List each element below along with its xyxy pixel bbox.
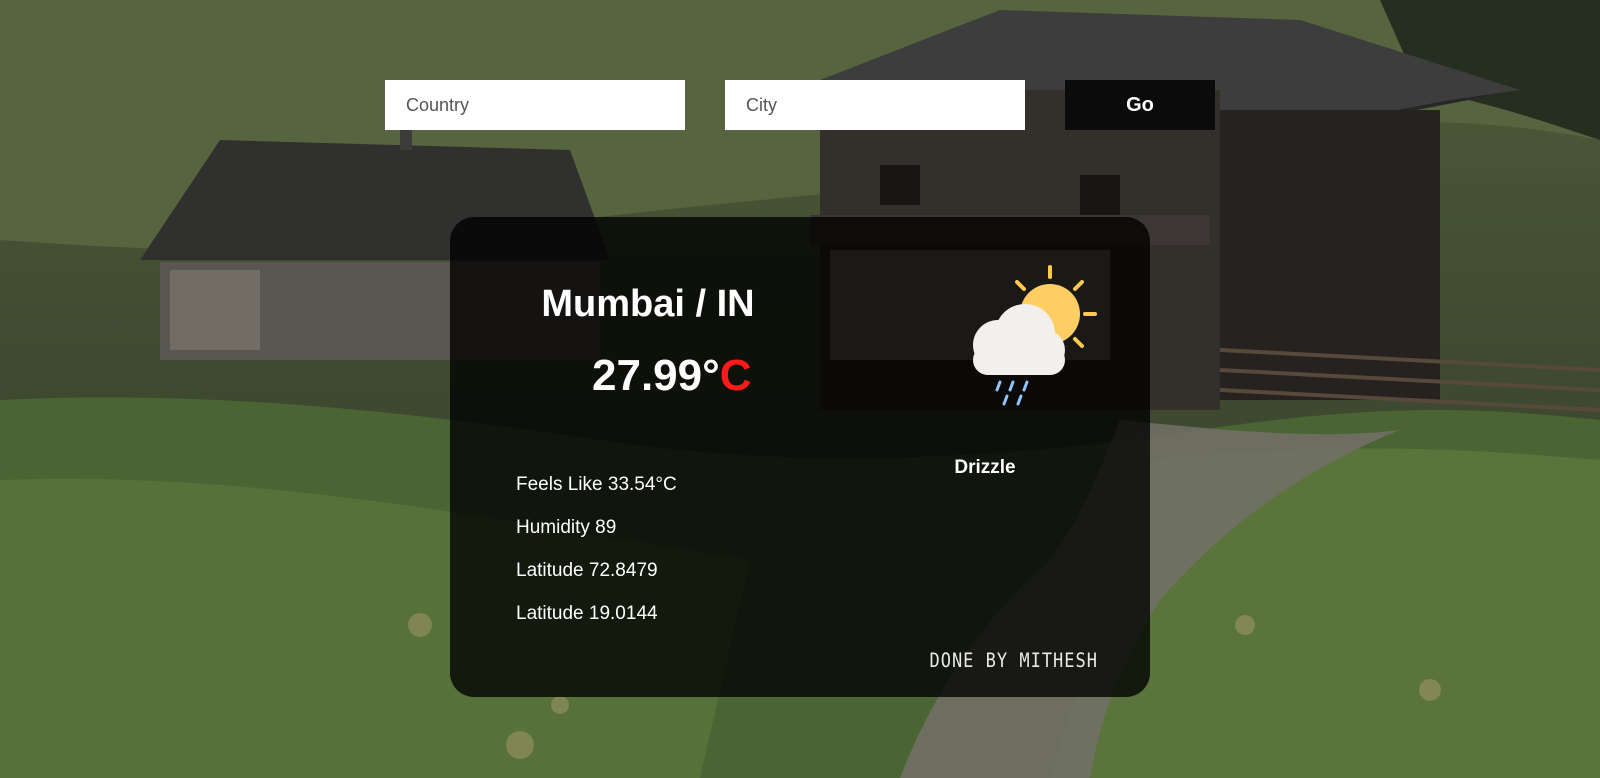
weather-card: Mumbai / IN 27.99°C Feels Like 33.54°C H… xyxy=(450,217,1150,697)
weather-condition: Drizzle xyxy=(954,457,1016,478)
temperature-unit: C xyxy=(719,351,752,400)
cloud-sun-rain-icon xyxy=(955,262,1105,412)
go-button[interactable]: Go xyxy=(1065,80,1215,130)
footer-credit: DONE BY MITHESH xyxy=(929,649,1098,673)
location-title: Mumbai / IN xyxy=(541,283,755,325)
city-input[interactable] xyxy=(725,80,1025,130)
temperature-value: 27.99° xyxy=(592,351,720,400)
humidity: Humidity 89 xyxy=(516,517,617,538)
temperature: 27.99°C xyxy=(592,351,751,401)
feels-like: Feels Like 33.54°C xyxy=(516,474,677,495)
weather-details: Feels Like 33.54°C Humidity 89 Latitude … xyxy=(516,474,677,646)
country-input[interactable] xyxy=(385,80,685,130)
coordinate-1: Latitude 72.8479 xyxy=(516,560,658,581)
coordinate-2: Latitude 19.0144 xyxy=(516,603,658,624)
